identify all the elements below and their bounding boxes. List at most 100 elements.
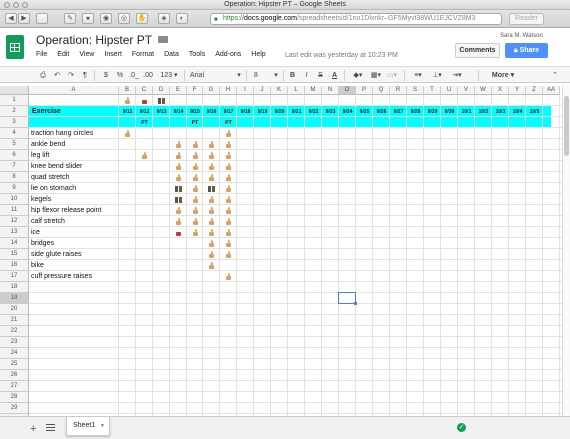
menu-insert[interactable]: Insert bbox=[104, 51, 122, 61]
thumbs-up-icon[interactable] bbox=[208, 229, 215, 236]
exercise-name[interactable]: calf stretch bbox=[31, 218, 65, 225]
undo-icon[interactable]: ↶ bbox=[52, 70, 62, 81]
thumbs-up-icon[interactable] bbox=[175, 207, 182, 214]
column-header-r[interactable]: R bbox=[390, 86, 407, 95]
percent-format-button[interactable]: % bbox=[116, 70, 124, 81]
text-wrapping-icon[interactable]: ⇥▾ bbox=[450, 70, 464, 81]
thumbs-up-icon[interactable] bbox=[175, 152, 182, 159]
date-cell[interactable]: 9/25 bbox=[356, 109, 373, 115]
menu-add-ons[interactable]: Add-ons bbox=[215, 51, 241, 61]
strikethrough-button[interactable]: S bbox=[316, 70, 325, 81]
exercise-name[interactable]: ankle bend bbox=[31, 141, 65, 148]
borders-icon[interactable]: ▦▾ bbox=[370, 70, 382, 81]
thumbs-up-icon[interactable] bbox=[225, 251, 232, 258]
thumbs-up-icon[interactable] bbox=[175, 163, 182, 170]
row-header-24[interactable]: 24 bbox=[0, 348, 29, 359]
bold-button[interactable]: B bbox=[288, 70, 297, 81]
share-page-icon[interactable] bbox=[36, 13, 48, 24]
text-color-button[interactable]: A bbox=[330, 70, 339, 81]
date-cell[interactable]: 9/15 bbox=[187, 109, 203, 115]
row-header-15[interactable]: 15 bbox=[0, 249, 29, 260]
print-icon[interactable]: ⎙ bbox=[38, 70, 48, 81]
thumbs-up-icon[interactable] bbox=[225, 130, 232, 137]
exercise-name[interactable]: cuff pressure raises bbox=[31, 273, 92, 280]
add-sheet-button[interactable]: + bbox=[30, 423, 36, 435]
row-header-19[interactable]: 19 bbox=[0, 293, 29, 304]
sheets-logo-icon[interactable] bbox=[6, 35, 24, 59]
extension-1-icon[interactable]: ● bbox=[82, 13, 94, 24]
thumbs-up-icon[interactable] bbox=[208, 251, 215, 258]
thumbs-up-icon[interactable] bbox=[124, 130, 131, 137]
row-header-13[interactable]: 13 bbox=[0, 227, 29, 238]
column-header-e[interactable]: E bbox=[170, 86, 187, 95]
row-header-25[interactable]: 25 bbox=[0, 359, 29, 370]
column-header-aa[interactable]: AA bbox=[543, 86, 560, 95]
thumbs-up-icon[interactable] bbox=[175, 174, 182, 181]
thumbs-up-icon[interactable] bbox=[208, 141, 215, 148]
column-header-z[interactable]: Z bbox=[526, 86, 543, 95]
date-cell[interactable]: 9/22 bbox=[305, 109, 322, 115]
exercise-name[interactable]: knee bend slider bbox=[31, 163, 82, 170]
chevron-down-icon[interactable]: ▾ bbox=[236, 70, 242, 81]
row-header-16[interactable]: 16 bbox=[0, 260, 29, 271]
thumbs-up-icon[interactable] bbox=[141, 152, 148, 159]
row-header-20[interactable]: 20 bbox=[0, 304, 29, 315]
menu-edit[interactable]: Edit bbox=[57, 51, 69, 61]
font-size-dropdown[interactable]: 8 bbox=[254, 70, 274, 81]
column-header-f[interactable]: F bbox=[187, 86, 203, 95]
column-header-o[interactable]: O bbox=[339, 86, 356, 95]
thumbs-up-icon[interactable] bbox=[175, 141, 182, 148]
thumbs-up-icon[interactable] bbox=[208, 218, 215, 225]
horizontal-align-icon[interactable]: ≡▾ bbox=[411, 70, 425, 81]
increase-decimals-button[interactable]: .00 bbox=[142, 70, 154, 81]
thumbs-down-icon[interactable] bbox=[141, 97, 148, 104]
thumbs-up-icon[interactable] bbox=[208, 262, 215, 269]
row-header-8[interactable]: 8 bbox=[0, 172, 29, 183]
exercise-name[interactable]: bridges bbox=[31, 240, 54, 247]
date-cell[interactable]: 9/21 bbox=[288, 109, 305, 115]
user-name[interactable]: Sara M. Watson bbox=[500, 33, 543, 39]
thumbs-up-icon[interactable] bbox=[208, 174, 215, 181]
row-header-2[interactable]: 2 bbox=[0, 106, 29, 117]
column-header-p[interactable]: P bbox=[356, 86, 373, 95]
pt-marker[interactable]: PT bbox=[220, 120, 237, 126]
menu-data[interactable]: Data bbox=[164, 51, 179, 61]
thumbs-up-icon[interactable] bbox=[175, 218, 182, 225]
font-family-dropdown[interactable]: Arial bbox=[190, 70, 242, 81]
row-header-26[interactable]: 26 bbox=[0, 370, 29, 381]
thumbs-up-icon[interactable] bbox=[225, 240, 232, 247]
column-header-q[interactable]: Q bbox=[373, 86, 390, 95]
column-header-t[interactable]: T bbox=[424, 86, 441, 95]
reader-button[interactable]: Reader bbox=[509, 13, 544, 25]
settings-wrench-icon[interactable]: ✎ bbox=[64, 13, 76, 24]
row-header-4[interactable]: 4 bbox=[0, 128, 29, 139]
last-edit-status[interactable]: Last edit was yesterday at 10:23 PM bbox=[285, 52, 398, 59]
extension-3-icon[interactable]: ◎ bbox=[118, 13, 130, 24]
thumbs-up-icon[interactable] bbox=[208, 163, 215, 170]
date-cell[interactable]: 9/20 bbox=[271, 109, 288, 115]
vertical-align-icon[interactable]: ⊥▾ bbox=[430, 70, 444, 81]
chevron-down-icon[interactable]: ▾ bbox=[273, 70, 279, 81]
share-button[interactable]: 🔒︎ Share bbox=[505, 43, 548, 58]
thumbs-up-icon[interactable] bbox=[192, 141, 199, 148]
extension-4-icon[interactable]: ✋ bbox=[136, 13, 148, 24]
spreadsheet-grid[interactable]: A B C D E F G H I J K L M N O P Q R S T U V W X Y Z AA 1 2 3 4 5 6 7 8 9 10 1… bbox=[0, 86, 562, 416]
column-header-x[interactable]: X bbox=[492, 86, 509, 95]
date-cell[interactable]: 9/18 bbox=[237, 109, 254, 115]
thumbs-up-icon[interactable] bbox=[225, 163, 232, 170]
row-header-17[interactable]: 17 bbox=[0, 271, 29, 282]
row-header-10[interactable]: 10 bbox=[0, 194, 29, 205]
date-cell[interactable]: 9/13 bbox=[153, 109, 170, 115]
column-header-n[interactable]: N bbox=[322, 86, 339, 95]
date-cell[interactable]: 9/29 bbox=[424, 109, 441, 115]
column-header-j[interactable]: J bbox=[254, 86, 271, 95]
thumbs-up-icon[interactable] bbox=[192, 218, 199, 225]
thumbs-up-icon[interactable] bbox=[124, 97, 131, 104]
thumbs-up-icon[interactable] bbox=[192, 207, 199, 214]
fill-handle[interactable] bbox=[354, 302, 357, 305]
date-cell[interactable]: 9/26 bbox=[373, 109, 390, 115]
column-header-a[interactable]: A bbox=[29, 86, 119, 95]
vertical-scrollbar-thumb[interactable] bbox=[564, 96, 569, 156]
walking-person-icon[interactable] bbox=[208, 185, 215, 192]
column-header-w[interactable]: W bbox=[475, 86, 492, 95]
